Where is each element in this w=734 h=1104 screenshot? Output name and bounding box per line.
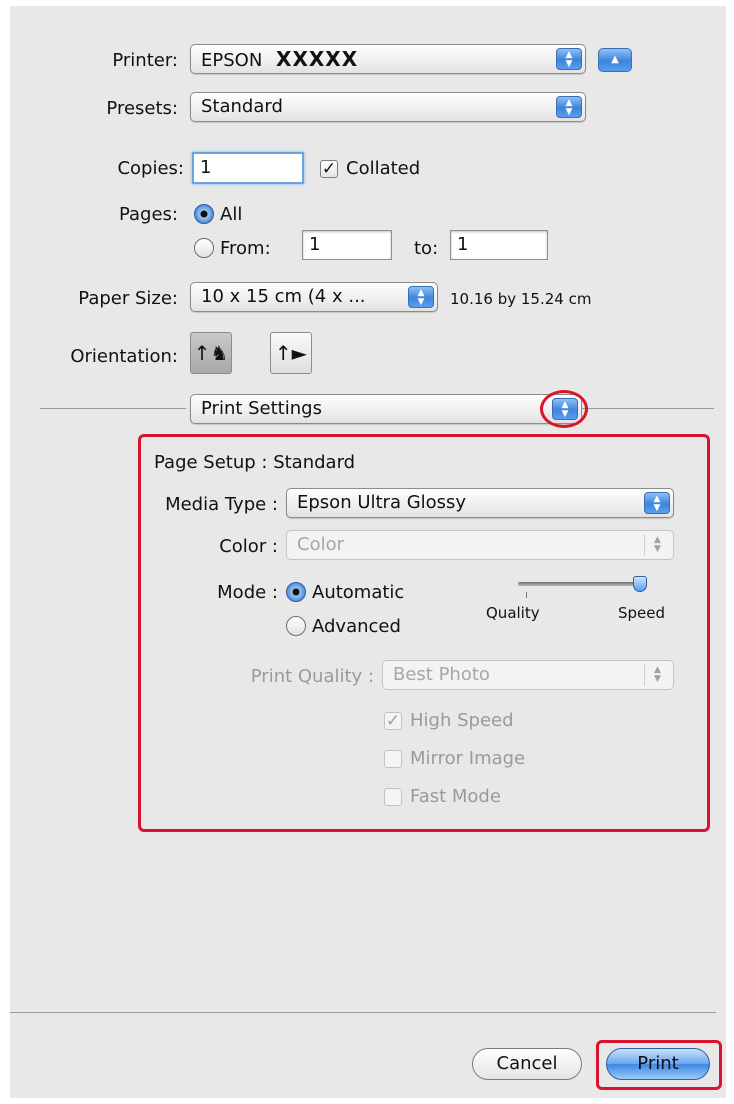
mirror-image-label: Mirror Image [410,748,526,769]
disclosure-triangle-icon[interactable]: ▲ [598,48,632,72]
pages-label: Pages: [118,204,178,225]
printer-model: XXXXX [276,47,359,71]
quality-speed-slider-thumb[interactable] [633,576,647,592]
paper-dimensions: 10.16 by 15.24 cm [450,290,592,308]
pages-all-radio[interactable] [194,204,214,224]
pages-from-radio[interactable] [194,238,214,258]
paper-size-popup[interactable]: 10 x 15 cm (4 x ... ▲ ▼ [190,282,438,312]
slider-tick [526,592,527,598]
cancel-button[interactable]: Cancel [472,1048,582,1080]
print-quality-value: Best Photo [393,664,490,685]
presets-value: Standard [201,96,283,117]
media-type-value: Epson Ultra Glossy [297,492,467,513]
collated-label: Collated [346,158,421,179]
printer-popup[interactable]: EPSON XXXXX ▲ ▼ [190,44,586,74]
bottom-separator [10,1012,716,1013]
highlight-circle [540,390,588,428]
mode-advanced-radio[interactable] [286,616,306,636]
mode-label: Mode : [217,582,278,603]
collated-checkbox[interactable]: ✓ [320,160,338,178]
color-label: Color : [219,536,278,557]
fast-mode-checkbox[interactable] [384,788,402,806]
print-settings-popup[interactable]: Print Settings ▲ ▼ [190,394,582,424]
up-down-arrows-icon: ▲ ▼ [556,96,582,118]
portrait-orientation-button[interactable]: ↑♞ [190,332,232,374]
up-down-arrows-icon: ▲ ▼ [408,286,434,308]
print-button-highlight [596,1040,722,1090]
up-down-arrows-icon: ▲ ▼ [644,664,670,686]
printer-name: EPSON [201,50,263,71]
landscape-orientation-button[interactable]: ↑► [270,332,312,374]
print-quality-popup[interactable]: Best Photo ▲ ▼ [382,660,674,690]
pages-to-label: to: [414,238,439,259]
pages-all-label: All [220,204,243,225]
pages-from-label: From: [220,238,271,259]
media-type-popup[interactable]: Epson Ultra Glossy ▲ ▼ [286,488,674,518]
orientation-label: Orientation: [70,346,178,367]
quality-speed-slider-track[interactable] [518,582,640,586]
copies-input[interactable]: 1 [192,152,304,184]
presets-label: Presets: [106,98,178,119]
paper-size-value: 10 x 15 cm (4 x ... [201,286,366,307]
high-speed-checkbox[interactable]: ✓ [384,712,402,730]
up-down-arrows-icon: ▲ ▼ [644,534,670,556]
mirror-image-checkbox[interactable] [384,750,402,768]
presets-popup[interactable]: Standard ▲ ▼ [190,92,586,122]
up-down-arrows-icon: ▲ ▼ [556,48,582,70]
mode-automatic-label: Automatic [312,582,405,603]
slider-quality-label: Quality [486,604,540,622]
mode-advanced-label: Advanced [312,616,401,637]
media-type-label: Media Type : [165,494,278,515]
slider-speed-label: Speed [618,604,666,622]
copies-label: Copies: [117,158,184,179]
mode-automatic-radio[interactable] [286,582,306,602]
fast-mode-label: Fast Mode [410,786,501,807]
portrait-person-icon: ↑♞ [193,341,229,365]
color-value: Color [297,534,344,555]
pages-from-input[interactable]: 1 [302,230,392,260]
pages-to-input[interactable]: 1 [450,230,548,260]
high-speed-label: High Speed [410,710,514,731]
color-popup[interactable]: Color ▲ ▼ [286,530,674,560]
print-settings-value: Print Settings [201,398,322,419]
printer-label: Printer: [112,50,178,71]
separator-right [582,408,714,409]
landscape-person-icon: ↑► [274,341,308,365]
paper-size-label: Paper Size: [78,288,178,309]
print-dialog: Printer: EPSON XXXXX ▲ ▼ ▲ Presets: Stand… [10,6,726,1098]
print-quality-label: Print Quality : [250,666,374,687]
page-setup-text: Page Setup : Standard [154,452,356,473]
separator-left [40,408,186,409]
up-down-arrows-icon: ▲ ▼ [644,492,670,514]
